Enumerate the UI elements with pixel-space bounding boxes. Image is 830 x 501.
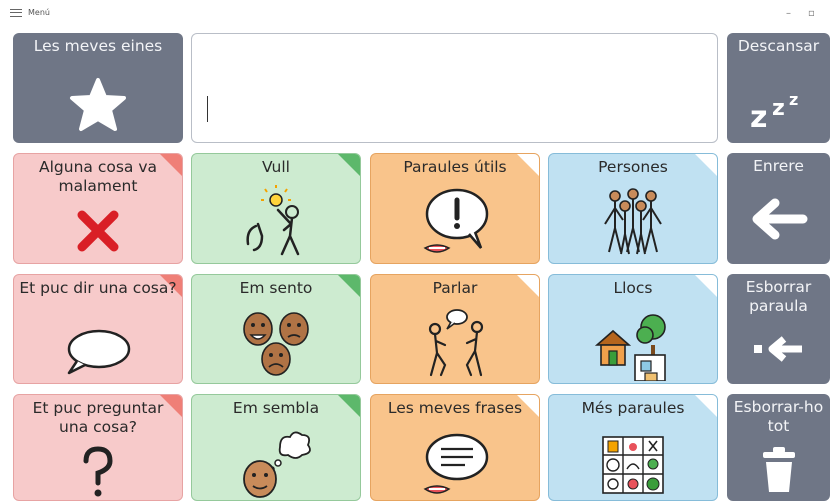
i-think-tile[interactable]: Em sembla: [191, 394, 361, 501]
i-feel-tile[interactable]: Em sento: [191, 274, 361, 384]
two-people-talking-icon: [428, 309, 484, 377]
arrow-left-icon: [752, 198, 807, 240]
text-caret: [207, 96, 208, 122]
places-label: Llocs: [613, 279, 653, 297]
svg-text:z: z: [789, 90, 798, 109]
people-tile[interactable]: Persones: [548, 153, 718, 264]
menu-label: Menú: [28, 8, 50, 17]
backspace-arrow-icon: [753, 336, 802, 362]
tell-something-tile[interactable]: Et puc dir una cosa?: [13, 274, 183, 384]
places-buildings-icon: [594, 314, 666, 381]
speech-bubble-icon: [67, 329, 131, 375]
star-icon: [70, 78, 126, 131]
trash-icon: [762, 447, 795, 492]
ask-something-tile[interactable]: Et puc preguntar una cosa?: [13, 394, 183, 501]
maximize-button[interactable]: ▫: [808, 8, 815, 19]
something-wrong-tile[interactable]: Alguna cosa va malament: [13, 153, 183, 264]
i-think-label: Em sembla: [232, 399, 320, 417]
want-tile[interactable]: Vull: [191, 153, 361, 264]
useful-words-label: Paraules útils: [403, 158, 507, 176]
cross-icon: [77, 210, 119, 252]
want-label: Vull: [262, 158, 290, 176]
person-idea-icon: [246, 185, 300, 256]
ask-something-label: Et puc preguntar una cosa?: [32, 399, 164, 436]
speech-text-icon: [423, 433, 489, 494]
thinking-face-icon: [243, 431, 311, 498]
sleep-zzz-icon: z z z: [750, 90, 798, 133]
rest-tile[interactable]: Descansar z z z: [727, 33, 830, 143]
my-phrases-label: Les meves frases: [387, 399, 523, 417]
talk-tile[interactable]: Parlar: [370, 274, 540, 384]
i-feel-label: Em sento: [239, 279, 313, 297]
delete-word-tile[interactable]: Esborrar paraula: [727, 274, 830, 384]
svg-text:z: z: [750, 100, 767, 133]
talk-label: Parlar: [432, 279, 478, 297]
back-tile[interactable]: Enrere: [727, 153, 830, 264]
svg-text:z: z: [772, 96, 785, 121]
rest-label: Descansar: [737, 37, 820, 55]
feeling-faces-icon: [243, 312, 309, 376]
hamburger-icon: [10, 8, 22, 17]
delete-all-tile[interactable]: Esborrar-ho tot: [727, 394, 830, 501]
title-bar: Menú – ▫: [0, 0, 830, 28]
more-words-label: Més paraules: [581, 399, 685, 417]
my-phrases-tile[interactable]: Les meves frases: [370, 394, 540, 501]
people-group-icon: [604, 188, 662, 255]
something-wrong-label: Alguna cosa va malament: [39, 158, 157, 195]
delete-all-label: Esborrar-ho tot: [733, 398, 824, 435]
people-label: Persones: [598, 158, 668, 176]
delete-word-label: Esborrar paraula: [745, 278, 812, 315]
speech-exclamation-icon: [423, 188, 489, 253]
question-mark-icon: [83, 446, 113, 497]
useful-words-tile[interactable]: Paraules útils: [370, 153, 540, 264]
places-tile[interactable]: Llocs: [548, 274, 718, 384]
symbol-grid-icon: [602, 436, 664, 494]
message-box[interactable]: [191, 33, 718, 143]
minimize-button[interactable]: –: [786, 8, 791, 19]
menu-button[interactable]: Menú: [10, 8, 50, 17]
back-label: Enrere: [753, 157, 804, 175]
tools-label: Les meves eines: [33, 37, 163, 55]
tools-tile[interactable]: Les meves eines: [13, 33, 183, 143]
tell-something-label: Et puc dir una cosa?: [19, 279, 177, 297]
more-words-tile[interactable]: Més paraules: [548, 394, 718, 501]
